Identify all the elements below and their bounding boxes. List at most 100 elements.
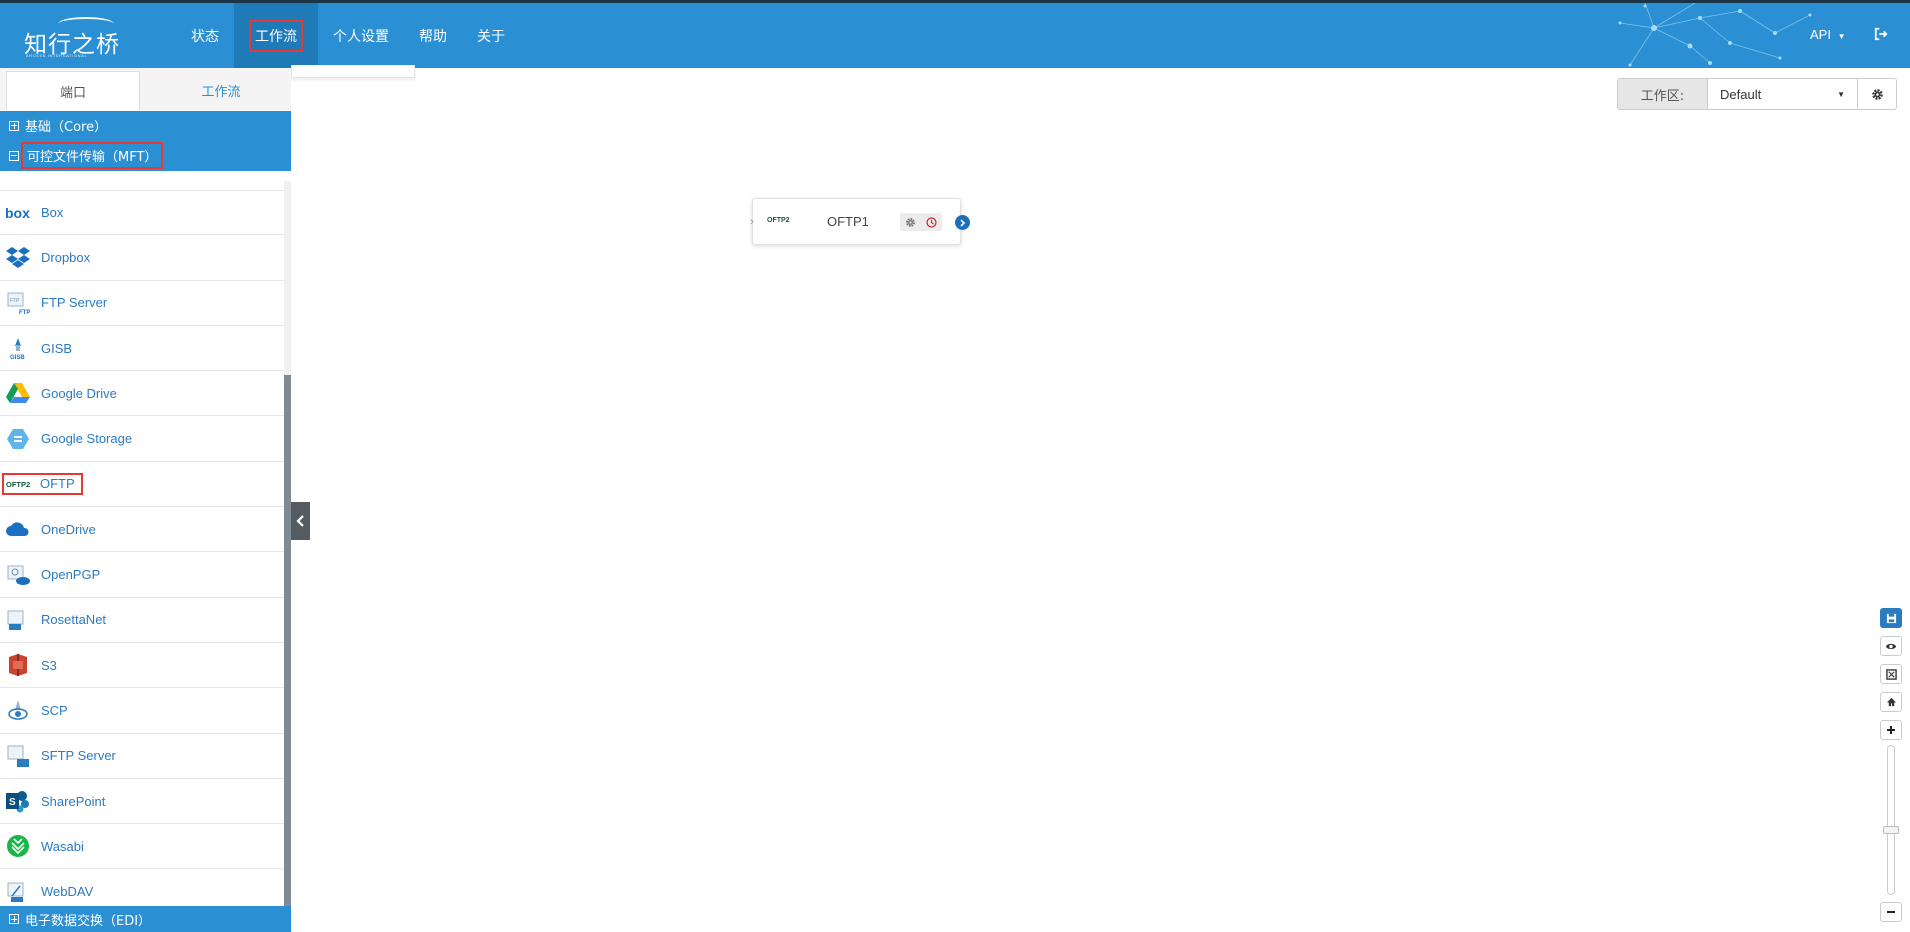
list-item-google-drive[interactable]: Google Drive xyxy=(0,371,284,417)
preview-button[interactable] xyxy=(1880,636,1902,656)
list-item-label: OneDrive xyxy=(41,521,96,537)
nav-personal-settings[interactable]: 个人设置 xyxy=(318,3,404,68)
nav-workflow[interactable]: 工作流 xyxy=(234,3,318,68)
sidebar-collapse-handle[interactable] xyxy=(291,502,310,540)
list-item-label: SharePoint xyxy=(41,793,106,809)
openpgp-icon xyxy=(5,562,31,588)
svg-text:box: box xyxy=(5,206,30,220)
logo[interactable]: 知行之桥 ARCESB INTERNATIONAL xyxy=(24,17,120,59)
nav-help[interactable]: 帮助 xyxy=(404,3,462,68)
api-menu[interactable]: API ▼ xyxy=(1810,27,1846,42)
google-storage-icon xyxy=(5,426,31,452)
list-item-sharepoint[interactable]: S SharePoint xyxy=(0,779,284,825)
nav-status-label: 状态 xyxy=(191,28,219,45)
dropbox-icon xyxy=(5,244,31,270)
save-button[interactable] xyxy=(1880,608,1902,628)
nav-workflow-label: 工作流 xyxy=(249,19,303,52)
workspace-settings-button[interactable] xyxy=(1858,79,1896,109)
category-core-label: 基础（Core） xyxy=(25,120,108,135)
oftp-icon: OFTP2 xyxy=(6,471,32,497)
box-icon: box xyxy=(5,200,31,226)
network-decoration xyxy=(1618,3,1812,67)
list-item-label: RosettaNet xyxy=(41,612,107,628)
node-input-port[interactable]: › xyxy=(746,216,758,228)
zoom-slider-thumb[interactable] xyxy=(1883,826,1899,834)
nav-about-label: 关于 xyxy=(477,28,505,45)
fit-view-button[interactable] xyxy=(1880,664,1902,684)
list-item-rosettanet[interactable]: RosettaNet xyxy=(0,598,284,643)
workflow-node-oftp1[interactable]: › OFTP2 OFTP1 xyxy=(750,198,970,245)
chevron-left-icon xyxy=(295,515,304,527)
list-item-wasabi[interactable]: Wasabi xyxy=(0,824,284,870)
sidebar: 端口 工作流 基础（Core） 可控文件传输（MFT） box Box Drop… xyxy=(0,68,291,932)
tab-workflows[interactable]: 工作流 xyxy=(154,71,288,110)
expand-icon xyxy=(9,914,19,924)
google-drive-icon xyxy=(5,380,31,406)
workspace-label: 工作区: xyxy=(1618,79,1708,109)
node-title: OFTP1 xyxy=(827,214,869,229)
workspace-value: Default xyxy=(1720,86,1762,102)
caret-down-icon: ▼ xyxy=(1837,89,1845,99)
rosettanet-icon xyxy=(5,607,31,633)
list-item-s3[interactable]: S3 xyxy=(0,643,284,689)
logo-subtitle: ARCESB INTERNATIONAL xyxy=(26,53,88,58)
gisb-icon: GISB xyxy=(5,335,31,361)
main-nav: 状态 工作流 个人设置 帮助 关于 xyxy=(176,3,520,68)
list-item-oftp[interactable]: OFTP2 OFTP xyxy=(0,462,284,508)
svg-text:S: S xyxy=(9,797,16,808)
node-controls xyxy=(900,213,942,231)
logout-icon[interactable] xyxy=(1874,27,1892,45)
oftp-highlight: OFTP2 OFTP xyxy=(2,471,83,497)
list-item-label: S3 xyxy=(41,657,57,673)
list-item-box[interactable]: box Box xyxy=(0,190,284,236)
s3-icon xyxy=(5,652,31,678)
save-icon xyxy=(1886,613,1896,623)
category-edi[interactable]: 电子数据交换（EDI） xyxy=(0,906,291,932)
category-edi-label: 电子数据交换（EDI） xyxy=(25,913,152,929)
nav-dropdown-remnant xyxy=(291,65,415,78)
list-item-scp[interactable]: SCP xyxy=(0,688,284,734)
eye-icon xyxy=(1885,643,1897,649)
collapse-icon xyxy=(9,150,19,161)
workspace-selector: 工作区: Default ▼ xyxy=(1617,78,1897,110)
clock-icon[interactable] xyxy=(926,216,937,228)
plus-icon xyxy=(1887,726,1895,734)
list-item-label: OpenPGP xyxy=(41,567,101,583)
node-output-port[interactable] xyxy=(955,215,970,230)
workspace-dropdown[interactable]: Default ▼ xyxy=(1708,79,1858,109)
top-navbar: 知行之桥 ARCESB INTERNATIONAL 状态 工作流 个人设置 帮助… xyxy=(0,0,1910,68)
list-item-label: SCP xyxy=(41,702,68,718)
nav-status[interactable]: 状态 xyxy=(176,3,234,68)
list-item-ftp-server[interactable]: FTP FTP FTP Server xyxy=(0,281,284,326)
list-item-gisb[interactable]: GISB GISB xyxy=(0,326,284,372)
zoom-in-button[interactable] xyxy=(1880,720,1902,740)
list-item-onedrive[interactable]: OneDrive xyxy=(0,507,284,553)
nav-about[interactable]: 关于 xyxy=(462,3,520,68)
list-item-label: Dropbox xyxy=(41,249,91,265)
category-mft[interactable]: 可控文件传输（MFT） xyxy=(0,140,291,171)
zoom-slider-track[interactable] xyxy=(1887,745,1895,895)
list-item-google-storage[interactable]: Google Storage xyxy=(0,416,284,462)
list-item-label: Google Drive xyxy=(41,385,117,401)
list-item-openpgp[interactable]: OpenPGP xyxy=(0,552,284,598)
tab-connectors[interactable]: 端口 xyxy=(6,71,140,110)
list-item-label: GISB xyxy=(41,340,73,356)
svg-text:OFTP2: OFTP2 xyxy=(6,480,30,489)
list-scrollbar-thumb[interactable] xyxy=(284,375,291,906)
category-core[interactable]: 基础（Core） xyxy=(0,111,291,140)
node-oftp-logo: OFTP2 xyxy=(767,217,790,224)
list-item-sftp-server[interactable]: SFTP Server xyxy=(0,734,284,779)
home-button[interactable] xyxy=(1880,692,1902,712)
list-item-label: OFTP xyxy=(40,476,75,492)
connector-list: box Box Dropbox FTP FTP FTP Server GISB … xyxy=(0,181,284,906)
home-icon xyxy=(1886,697,1896,707)
gear-icon xyxy=(1871,88,1883,100)
webdav-icon xyxy=(5,879,31,905)
zoom-out-button[interactable] xyxy=(1880,902,1902,922)
gear-icon[interactable] xyxy=(905,217,916,228)
list-item-dropbox[interactable]: Dropbox xyxy=(0,235,284,281)
onedrive-icon xyxy=(5,516,31,542)
list-item-webdav[interactable]: WebDAV xyxy=(0,869,284,906)
list-item-label: Wasabi xyxy=(41,838,84,854)
list-item-label: FTP Server xyxy=(41,295,108,311)
